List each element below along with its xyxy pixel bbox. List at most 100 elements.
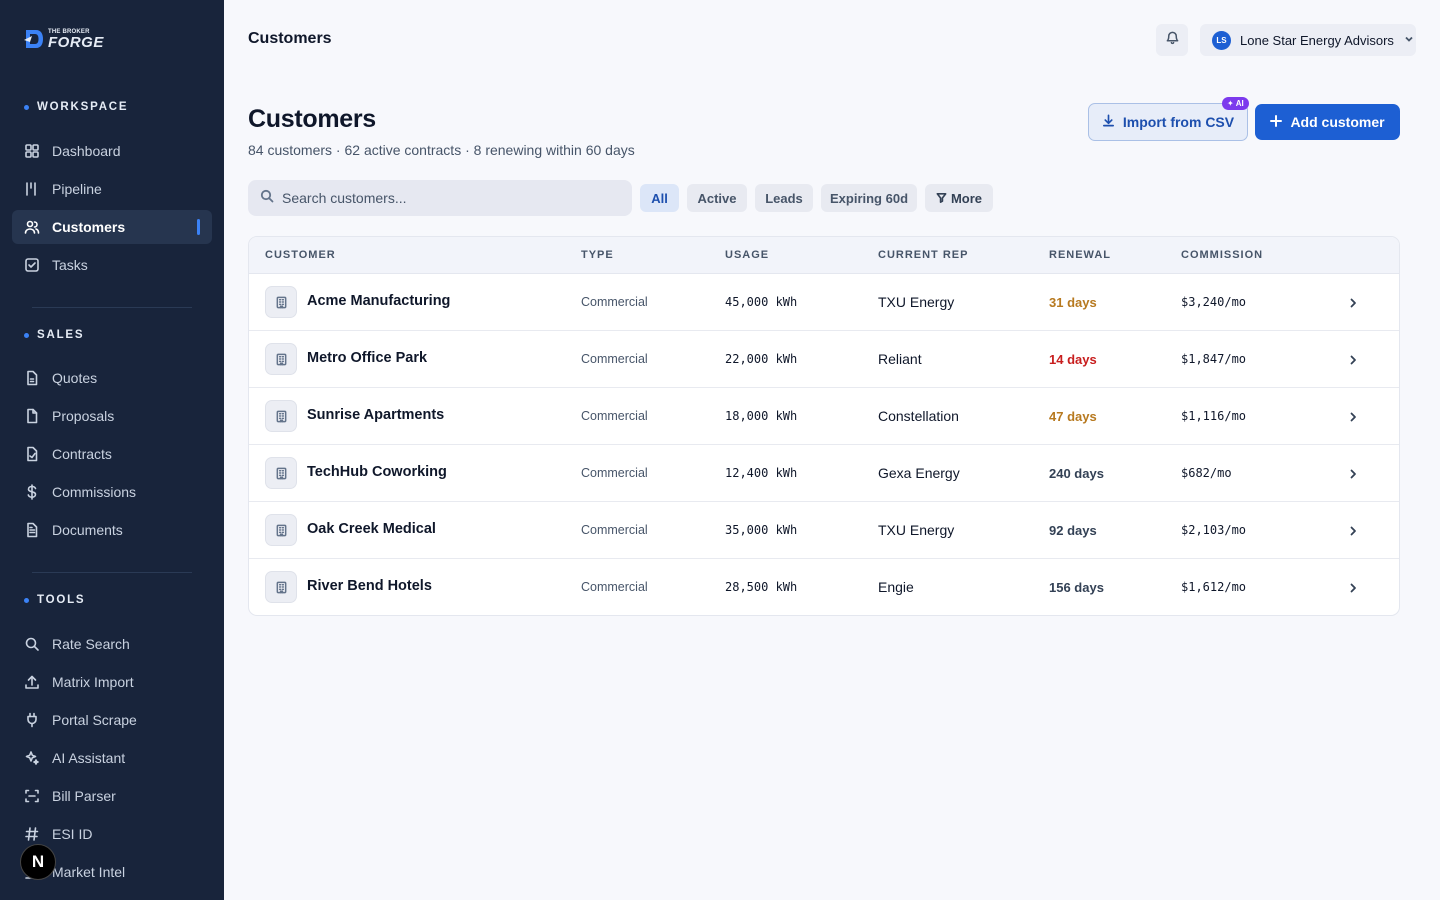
sidebar-item-dashboard[interactable]: Dashboard	[12, 134, 212, 168]
building-icon	[265, 514, 297, 546]
page-title: Customers	[248, 105, 376, 133]
table-row[interactable]: Oak Creek Medical Commercial 35,000 kWh TXU…	[249, 502, 1399, 559]
customer-name[interactable]: Acme Manufacturing	[307, 293, 450, 309]
column-header-usage[interactable]: USAGE	[725, 249, 769, 261]
table-row[interactable]: River Bend Hotels Commercial 28,500 kWh Eng…	[249, 559, 1399, 615]
customer-usage: 35,000 kWh	[725, 523, 798, 537]
chevron-right-icon[interactable]	[1347, 467, 1359, 485]
section-dot	[24, 332, 29, 338]
sidebar-item-pipeline[interactable]: Pipeline	[12, 172, 212, 206]
sidebar-item-contracts[interactable]: Contracts	[12, 437, 212, 471]
add-customer-button[interactable]: Add customer	[1255, 104, 1400, 140]
sidebar-item-portal-scrape[interactable]: Portal Scrape	[12, 703, 212, 737]
column-header-customer[interactable]: CUSTOMER	[265, 249, 336, 261]
building-icon	[265, 400, 297, 432]
sidebar-item-quotes[interactable]: Quotes	[12, 361, 212, 395]
customer-name[interactable]: TechHub Coworking	[307, 464, 447, 480]
chevron-right-icon[interactable]	[1347, 410, 1359, 428]
filter-active[interactable]: Active	[687, 184, 747, 212]
topbar-title: Customers	[248, 30, 332, 47]
filter-funnel-icon	[936, 191, 951, 206]
column-header-commission[interactable]: COMMISSION	[1181, 249, 1263, 261]
commission: $3,240/mo	[1181, 295, 1247, 309]
sidebar-item-label: Bill Parser	[52, 788, 116, 804]
sparkles-icon	[24, 750, 40, 766]
chevron-right-icon[interactable]	[1347, 581, 1359, 599]
customer-name[interactable]: Sunrise Apartments	[307, 407, 444, 423]
contract-icon	[24, 446, 40, 462]
sidebar-item-label: Rate Search	[52, 636, 130, 652]
ai-sparkle-icon: ✦	[1227, 99, 1234, 108]
sidebar-item-ai-assistant[interactable]: AI Assistant	[12, 741, 212, 775]
current-rep: Gexa Energy	[878, 465, 960, 481]
notifications-button[interactable]	[1156, 24, 1188, 56]
sidebar-item-label: AI Assistant	[52, 750, 126, 766]
customer-name[interactable]: Metro Office Park	[307, 350, 427, 366]
filter-expiring-60d[interactable]: Expiring 60d	[821, 184, 917, 212]
avatar: LS	[1212, 30, 1231, 50]
table-row[interactable]: Metro Office Park Commercial 22,000 kWh Rel…	[249, 331, 1399, 388]
pipeline-icon	[24, 181, 40, 197]
chevron-right-icon[interactable]	[1347, 296, 1359, 314]
users-icon	[24, 219, 40, 235]
filter-leads[interactable]: Leads	[755, 184, 813, 212]
sidebar-item-matrix-import[interactable]: Matrix Import	[12, 665, 212, 699]
upload-icon	[24, 674, 40, 690]
search-icon	[24, 636, 40, 652]
column-header-renewal[interactable]: RENEWAL	[1049, 249, 1111, 261]
search-input[interactable]	[282, 190, 602, 206]
chevron-right-icon[interactable]	[1347, 524, 1359, 542]
sidebar-item-bill-parser[interactable]: Bill Parser	[12, 779, 212, 813]
sidebar-item-documents[interactable]: Documents	[12, 513, 212, 547]
hash-icon	[24, 826, 40, 842]
building-icon	[265, 286, 297, 318]
section-label-text: TOOLS	[37, 594, 86, 606]
ai-badge-label: AI	[1235, 99, 1244, 108]
sidebar-divider	[32, 572, 192, 573]
sidebar-item-commissions[interactable]: Commissions	[12, 475, 212, 509]
customer-type: Commercial	[581, 580, 648, 594]
sidebar-item-label: Commissions	[52, 484, 137, 500]
import-csv-label: Import from CSV	[1122, 114, 1235, 130]
sidebar-item-tasks[interactable]: Tasks	[12, 248, 212, 282]
sidebar-item-customers[interactable]: Customers	[12, 210, 212, 244]
customer-name[interactable]: Oak Creek Medical	[307, 521, 436, 537]
column-header-current-rep[interactable]: CURRENT REP	[878, 249, 968, 261]
customers-table: CUSTOMER TYPE USAGE CURRENT REP RENEWAL …	[248, 236, 1400, 616]
table-row[interactable]: Sunrise Apartments Commercial 18,000 kWh Co…	[249, 388, 1399, 445]
commission: $1,847/mo	[1181, 352, 1247, 366]
table-row[interactable]: Acme Manufacturing Commercial 45,000 kWh TX…	[249, 274, 1399, 331]
forge-logo-icon	[24, 28, 44, 50]
sidebar-item-label: Portal Scrape	[52, 712, 137, 728]
brand-big-text: FORGE	[48, 33, 104, 51]
renewal-days: 92 days	[1049, 523, 1097, 538]
table-row[interactable]: TechHub Coworking Commercial 12,400 kWh Gex…	[249, 445, 1399, 502]
sidebar-item-label: Proposals	[52, 408, 115, 424]
sidebar-item-label: Pipeline	[52, 181, 102, 197]
section-label-text: SALES	[37, 329, 85, 341]
chevron-right-icon[interactable]	[1347, 353, 1359, 371]
renewal-days: 240 days	[1049, 466, 1104, 481]
sidebar-item-rate-search[interactable]: Rate Search	[12, 627, 212, 661]
floating-n-badge[interactable]: N	[20, 844, 56, 880]
renewal-days: 31 days	[1049, 295, 1097, 310]
chevron-down-icon	[1403, 33, 1415, 48]
customer-type: Commercial	[581, 409, 648, 423]
customer-usage: 45,000 kWh	[725, 295, 798, 309]
commission: $2,103/mo	[1181, 523, 1247, 537]
more-label: More	[950, 190, 983, 206]
sidebar-item-proposals[interactable]: Proposals	[12, 399, 212, 433]
account-switcher[interactable]: LS Lone Star Energy Advisors	[1200, 24, 1416, 56]
filter-all[interactable]: All	[640, 184, 679, 212]
customer-usage: 28,500 kWh	[725, 580, 798, 594]
commission: $682/mo	[1181, 466, 1232, 480]
customer-usage: 18,000 kWh	[725, 409, 798, 423]
filter-more-button[interactable]: More	[925, 184, 993, 212]
brand-logo[interactable]: THE BROKER FORGE	[24, 28, 104, 50]
customer-type: Commercial	[581, 523, 648, 537]
customer-type: Commercial	[581, 352, 648, 366]
column-header-type[interactable]: TYPE	[581, 249, 614, 261]
current-rep: TXU Energy	[878, 522, 955, 538]
current-rep: Constellation	[878, 408, 959, 424]
customer-name[interactable]: River Bend Hotels	[307, 578, 432, 594]
